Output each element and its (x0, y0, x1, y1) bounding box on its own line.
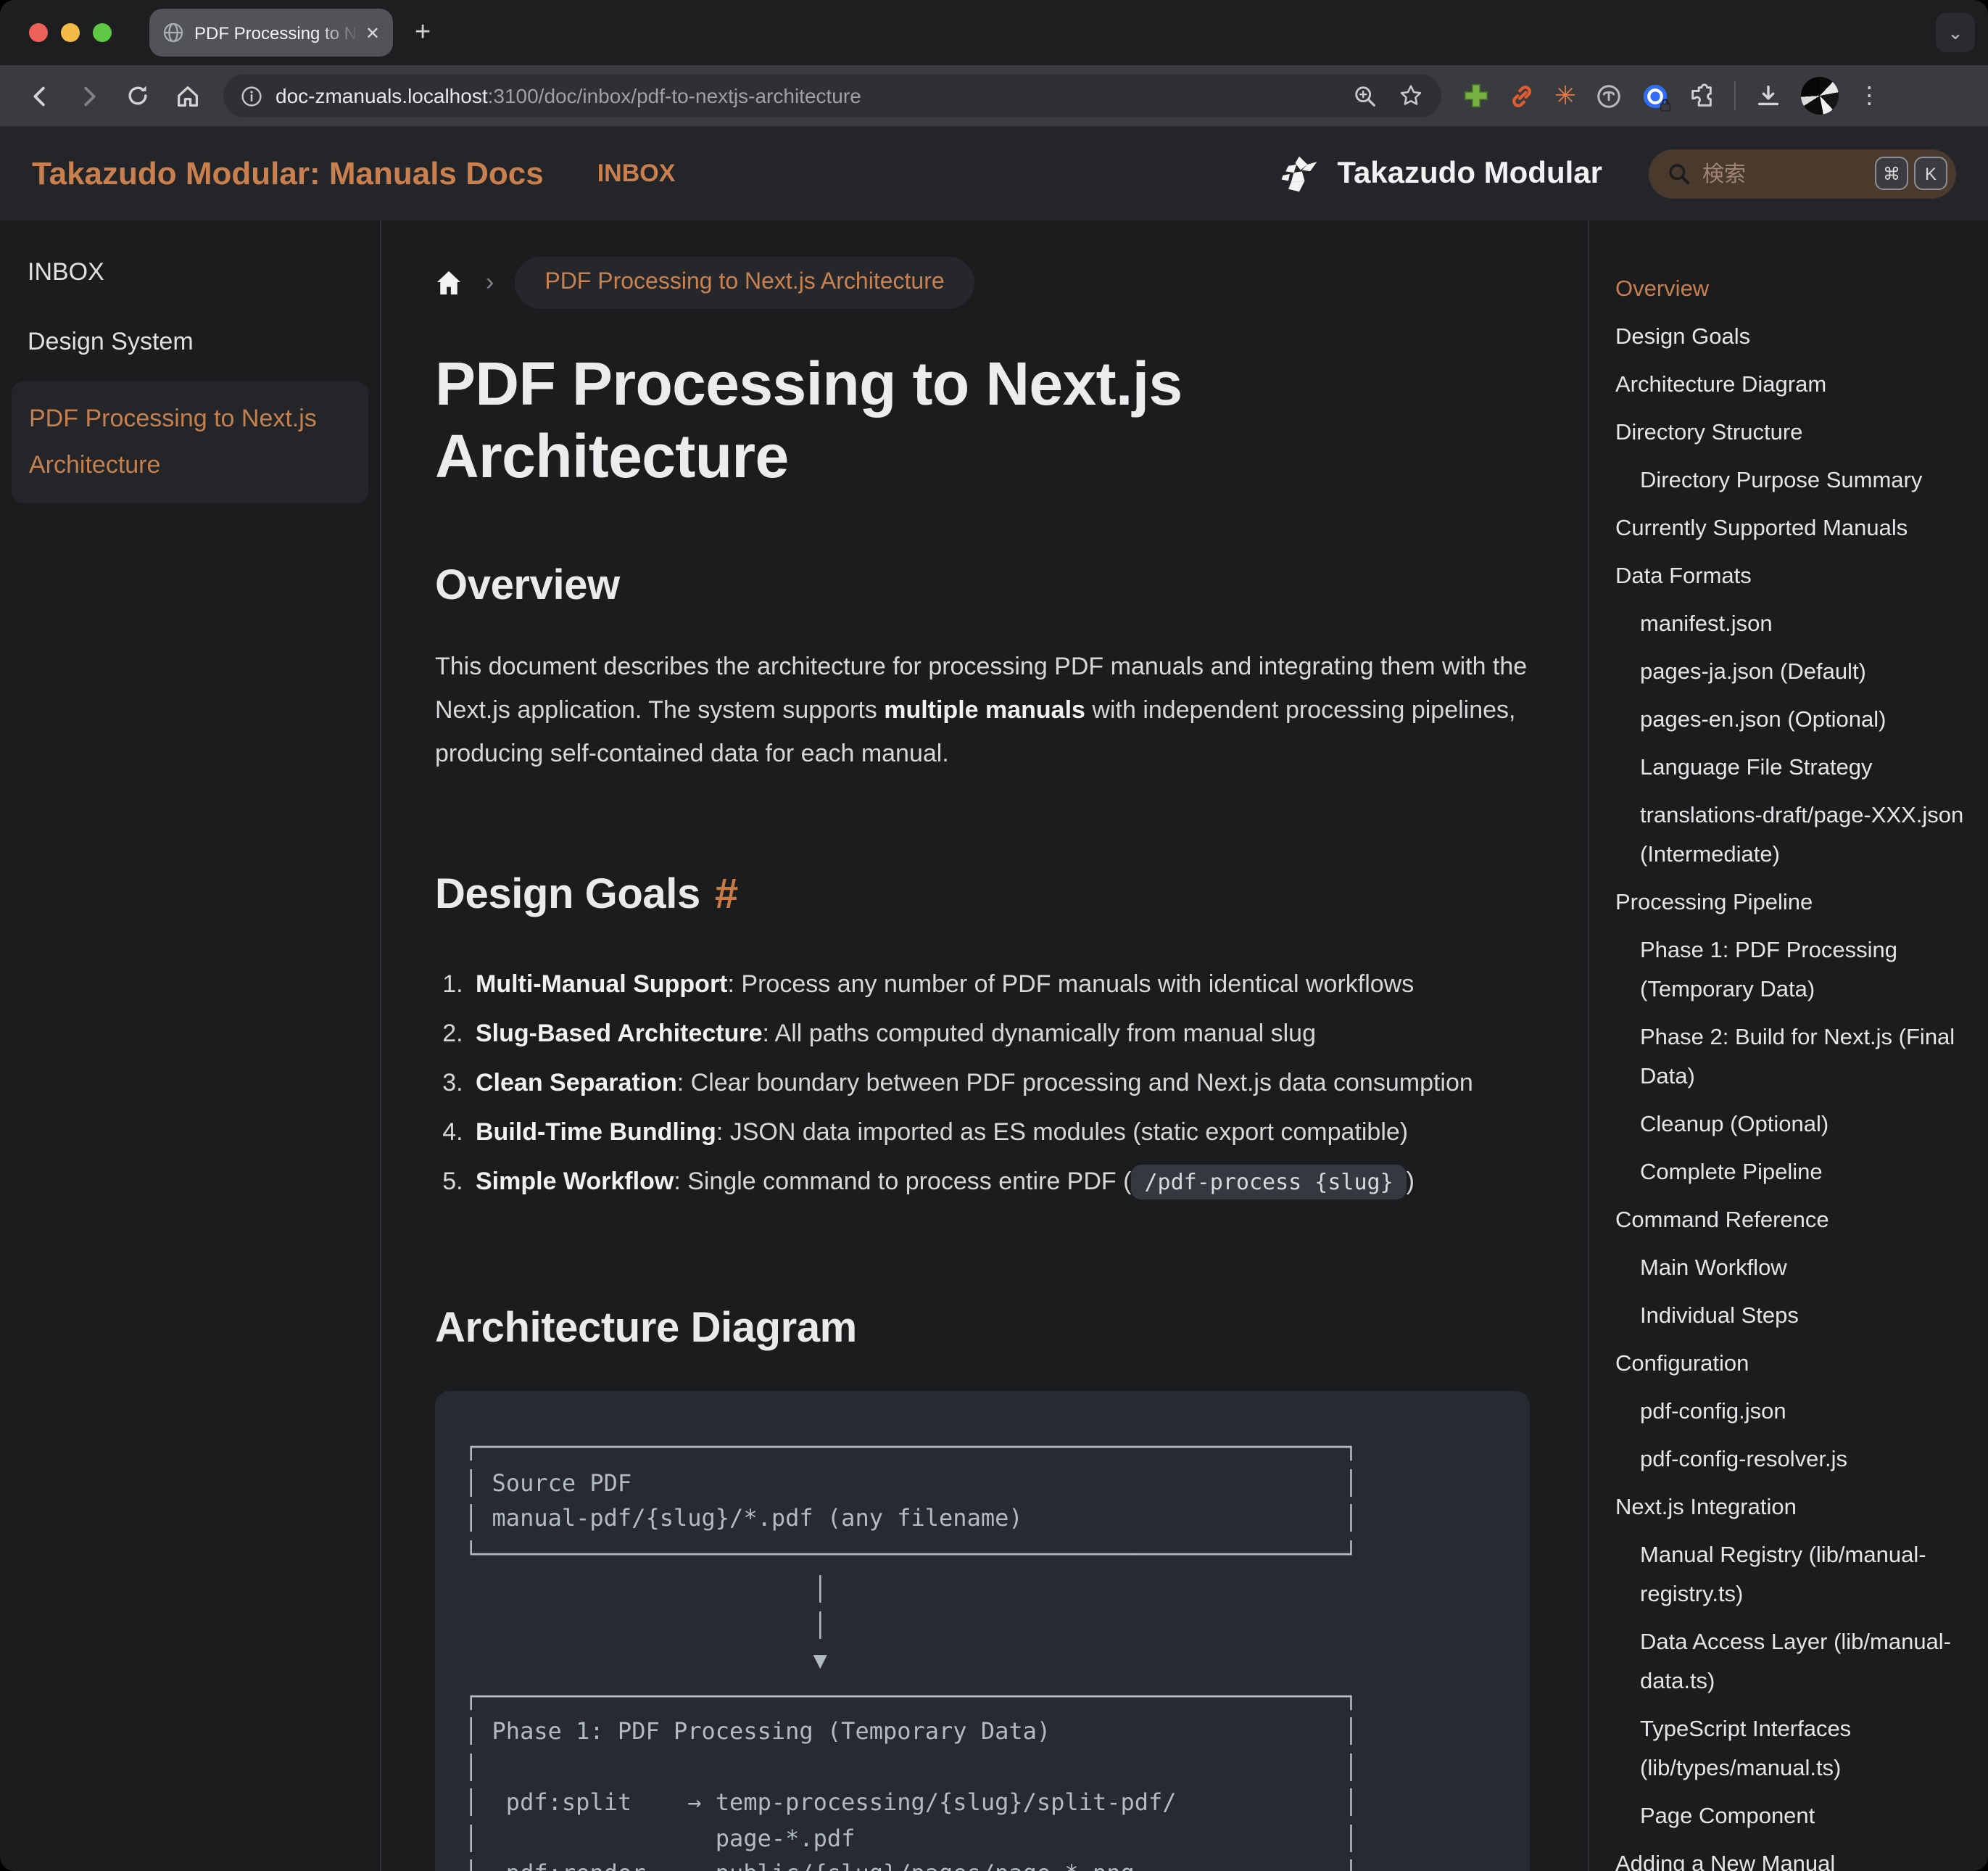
toc-item[interactable]: Directory Purpose Summary (1615, 461, 1971, 500)
globe-favicon-icon (162, 22, 184, 44)
site-name: Takazudo Modular (1337, 156, 1602, 191)
breadcrumb-home-icon[interactable] (435, 270, 463, 296)
toc-item[interactable]: Configuration (1615, 1345, 1971, 1384)
search-icon (1668, 162, 1691, 185)
architecture-heading: Architecture Diagram (435, 1305, 1530, 1353)
toc-item[interactable]: Complete Pipeline (1615, 1153, 1971, 1192)
toc-item[interactable]: pdf-config-resolver.js (1615, 1440, 1971, 1479)
browser-menu-icon[interactable]: ⋮ (1857, 81, 1881, 110)
bookmark-star-icon[interactable] (1398, 83, 1424, 109)
toc-item[interactable]: pdf-config.json (1615, 1392, 1971, 1432)
toolbar-divider (1734, 81, 1736, 110)
extension-green-plus-icon[interactable] (1463, 83, 1489, 109)
downloads-icon[interactable] (1755, 82, 1782, 110)
design-goals-heading: Design Goals# (435, 872, 1530, 920)
url-text[interactable]: doc-zmanuals.localhost:3100/doc/inbox/pd… (276, 84, 861, 107)
inline-code: /pdf-process {slug} (1131, 1165, 1406, 1199)
table-of-contents: Overview Design Goals Architecture Diagr… (1588, 220, 1988, 1871)
toc-item[interactable]: manifest.json (1615, 605, 1971, 644)
toc-item[interactable]: Main Workflow (1615, 1249, 1971, 1288)
toc-item[interactable]: Language File Strategy (1615, 748, 1971, 788)
search-placeholder: 検索 (1702, 158, 1875, 189)
browser-toolbar: doc-zmanuals.localhost:3100/doc/inbox/pd… (0, 65, 1988, 126)
left-sidebar: INBOX Design System PDF Processing to Ne… (0, 220, 381, 1871)
toc-item[interactable]: Phase 2: Build for Next.js (Final Data) (1615, 1018, 1971, 1096)
toc-item[interactable]: Currently Supported Manuals (1615, 509, 1971, 548)
breadcrumb: › PDF Processing to Next.js Architecture (435, 252, 1530, 313)
nav-inbox-link[interactable]: INBOX (597, 159, 676, 188)
toc-item[interactable]: Processing Pipeline (1615, 883, 1971, 922)
site-header: Takazudo Modular: Manuals Docs INBOX Tak… (0, 126, 1988, 220)
k-key-badge: K (1914, 157, 1947, 190)
zoom-window-button[interactable] (93, 23, 112, 42)
sidebar-item-inbox[interactable]: INBOX (0, 258, 380, 287)
toc-item[interactable]: Overview (1615, 270, 1971, 309)
tab-title: PDF Processing to Next.js Arc (194, 22, 360, 43)
toc-item[interactable]: TypeScript Interfaces (lib/types/manual.… (1615, 1710, 1971, 1788)
design-goals-list: Multi-Manual Support: Process any number… (435, 960, 1530, 1207)
list-item: Simple Workflow: Single command to proce… (470, 1157, 1530, 1207)
new-tab-button[interactable]: + (415, 17, 431, 49)
tab-search-chevron-button[interactable]: ⌄ (1936, 13, 1975, 52)
overview-paragraph: This document describes the architecture… (435, 645, 1530, 776)
back-button[interactable] (15, 71, 64, 120)
breadcrumb-current[interactable]: PDF Processing to Next.js Architecture (514, 257, 974, 309)
reload-button[interactable] (113, 71, 162, 120)
toc-item[interactable]: Design Goals (1615, 318, 1971, 357)
sidebar-item-active[interactable]: PDF Processing to Next.js Architecture (12, 381, 368, 503)
toc-item[interactable]: translations-draft/page-XXX.json (Interm… (1615, 796, 1971, 875)
profile-avatar[interactable] (1801, 77, 1839, 115)
extension-starburst-icon[interactable]: ✳ (1554, 83, 1576, 109)
list-item: Slug-Based Architecture: All paths compu… (470, 1009, 1530, 1059)
toc-item[interactable]: Manual Registry (lib/manual-registry.ts) (1615, 1536, 1971, 1614)
browser-tab[interactable]: PDF Processing to Next.js Arc ✕ (149, 9, 393, 57)
overview-heading: Overview (435, 563, 1530, 611)
sidebar-item-design-system[interactable]: Design System (0, 328, 380, 357)
site-info-icon[interactable] (241, 85, 262, 107)
search-input[interactable]: 検索 ⌘ K (1649, 149, 1956, 198)
toc-item[interactable]: Data Formats (1615, 557, 1971, 596)
site-brand-link[interactable]: Takazudo Modular: Manuals Docs (32, 154, 544, 192)
forward-button[interactable] (64, 71, 113, 120)
toc-item[interactable]: Directory Structure (1615, 413, 1971, 453)
breadcrumb-chevron-icon: › (486, 268, 494, 297)
extensions-row: ✳ ⋮ (1463, 77, 1881, 115)
toc-item[interactable]: Page Component (1615, 1797, 1971, 1836)
cmd-key-badge: ⌘ (1875, 157, 1908, 190)
page-title: PDF Processing to Next.js Architecture (435, 348, 1530, 493)
browser-window: PDF Processing to Next.js Arc ✕ + ⌄ doc-… (0, 0, 1988, 1871)
traffic-lights (29, 23, 112, 42)
list-item: Multi-Manual Support: Process any number… (470, 960, 1530, 1009)
toc-item[interactable]: pages-ja.json (Default) (1615, 653, 1971, 692)
minimize-window-button[interactable] (61, 23, 80, 42)
toc-item[interactable]: Cleanup (Optional) (1615, 1105, 1971, 1144)
toc-item[interactable]: Phase 1: PDF Processing (Temporary Data) (1615, 931, 1971, 1009)
site-logo-icon (1277, 152, 1321, 195)
tab-close-icon[interactable]: ✕ (365, 24, 380, 41)
main-content: › PDF Processing to Next.js Architecture… (381, 220, 1588, 1871)
extension-link-icon[interactable] (1508, 82, 1536, 110)
toc-item[interactable]: Command Reference (1615, 1201, 1971, 1240)
list-item: Clean Separation: Clear boundary between… (470, 1059, 1530, 1108)
tab-bar: PDF Processing to Next.js Arc ✕ + ⌄ (0, 0, 1988, 65)
extensions-puzzle-icon[interactable] (1688, 82, 1715, 110)
home-button[interactable] (162, 71, 212, 120)
extension-circle-icon[interactable] (1595, 82, 1623, 110)
extension-1password-icon[interactable] (1641, 82, 1669, 110)
toc-item[interactable]: Data Access Layer (lib/manual-data.ts) (1615, 1623, 1971, 1701)
close-window-button[interactable] (29, 23, 48, 42)
toc-item[interactable]: Architecture Diagram (1615, 365, 1971, 405)
heading-anchor-link[interactable]: # (715, 872, 738, 918)
architecture-diagram-code: ┌───────────────────────────────────────… (435, 1391, 1530, 1871)
list-item: Build-Time Bundling: JSON data imported … (470, 1108, 1530, 1157)
zoom-page-icon[interactable] (1353, 83, 1378, 108)
address-bar[interactable]: doc-zmanuals.localhost:3100/doc/inbox/pd… (223, 74, 1441, 117)
toc-item[interactable]: Adding a New Manual (1615, 1845, 1971, 1871)
toc-item[interactable]: Individual Steps (1615, 1297, 1971, 1336)
toc-item[interactable]: Next.js Integration (1615, 1488, 1971, 1527)
toc-item[interactable]: pages-en.json (Optional) (1615, 701, 1971, 740)
